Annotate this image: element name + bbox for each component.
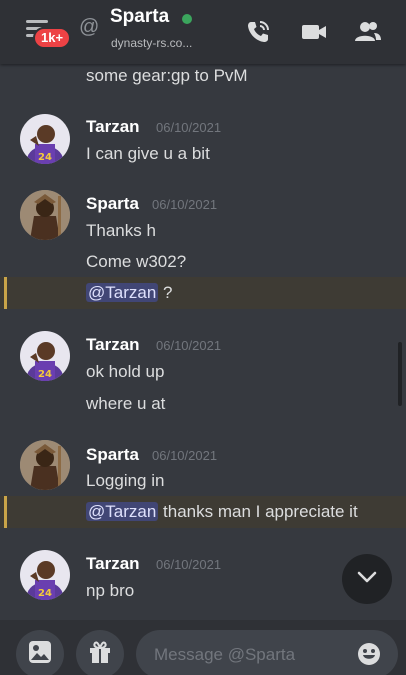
chevron-down-icon: [356, 566, 378, 593]
message-text: @Tarzan thanks man I appreciate it: [86, 502, 358, 521]
gift-button[interactable]: [76, 630, 124, 675]
message-timestamp: 06/10/2021: [156, 120, 222, 135]
gift-icon: [87, 639, 113, 670]
message-text: Logging in: [86, 471, 165, 490]
user-mention[interactable]: @Tarzan: [86, 502, 159, 521]
avatar-sparta[interactable]: [20, 440, 70, 490]
svg-text:24: 24: [38, 588, 52, 599]
message-timestamp: 06/10/2021: [156, 557, 222, 572]
user-mention[interactable]: @Tarzan: [86, 283, 159, 302]
message-text: I can give u a bit: [86, 144, 210, 163]
svg-text:24: 24: [38, 369, 52, 380]
message-text: Thanks h: [86, 221, 156, 240]
notification-badge: 1k+: [33, 27, 72, 49]
message-author[interactable]: Sparta: [86, 194, 139, 214]
message-list[interactable]: some gear:gp to PvM 24 Tarzan 06/10/2021…: [0, 64, 406, 620]
message-text: where u at: [86, 394, 166, 413]
scrollbar[interactable]: [398, 342, 402, 406]
mention-highlight-bar: [4, 496, 7, 528]
message-text: some gear:gp to PvM: [86, 66, 248, 85]
message-input[interactable]: Message @Sparta: [136, 630, 398, 675]
message-input-placeholder: Message @Sparta: [154, 645, 296, 664]
message-timestamp: 06/10/2021: [152, 197, 218, 212]
message-text: Come w302?: [86, 252, 187, 271]
avatar-tarzan[interactable]: 24: [20, 550, 70, 600]
video-camera-icon[interactable]: [300, 18, 328, 46]
channel-subtitle: dynasty-rs.co...: [111, 36, 193, 50]
members-icon[interactable]: [354, 18, 382, 46]
avatar-sparta[interactable]: [20, 190, 70, 240]
attach-image-button[interactable]: [16, 630, 64, 675]
svg-text:24: 24: [38, 152, 52, 163]
chat-header: 1k+ @ Sparta dynasty-rs.co...: [0, 0, 406, 64]
emoji-icon[interactable]: [356, 641, 382, 667]
mention-message-row: @Tarzan ?: [0, 277, 406, 309]
message-text: @Tarzan ?: [86, 283, 173, 302]
image-icon: [27, 639, 53, 670]
message-text: np bro: [86, 581, 135, 600]
message-author[interactable]: Tarzan: [86, 335, 140, 355]
message-composer: Message @Sparta: [0, 620, 406, 675]
message-text: ok hold up: [86, 362, 165, 381]
mention-highlight-bar: [4, 277, 7, 309]
message-author[interactable]: Sparta: [86, 445, 139, 465]
jump-to-bottom-button[interactable]: [342, 554, 392, 604]
online-status-icon: [182, 14, 192, 24]
at-icon: @: [79, 16, 100, 38]
message-author[interactable]: Tarzan: [86, 117, 140, 137]
message-timestamp: 06/10/2021: [156, 338, 222, 353]
message-timestamp: 06/10/2021: [152, 448, 218, 463]
avatar-tarzan[interactable]: 24: [20, 331, 70, 381]
channel-title[interactable]: Sparta: [110, 6, 169, 28]
mention-message-row: @Tarzan thanks man I appreciate it: [0, 496, 406, 528]
avatar-tarzan[interactable]: 24: [20, 114, 70, 164]
message-author[interactable]: Tarzan: [86, 554, 140, 574]
phone-call-icon[interactable]: [244, 18, 272, 46]
